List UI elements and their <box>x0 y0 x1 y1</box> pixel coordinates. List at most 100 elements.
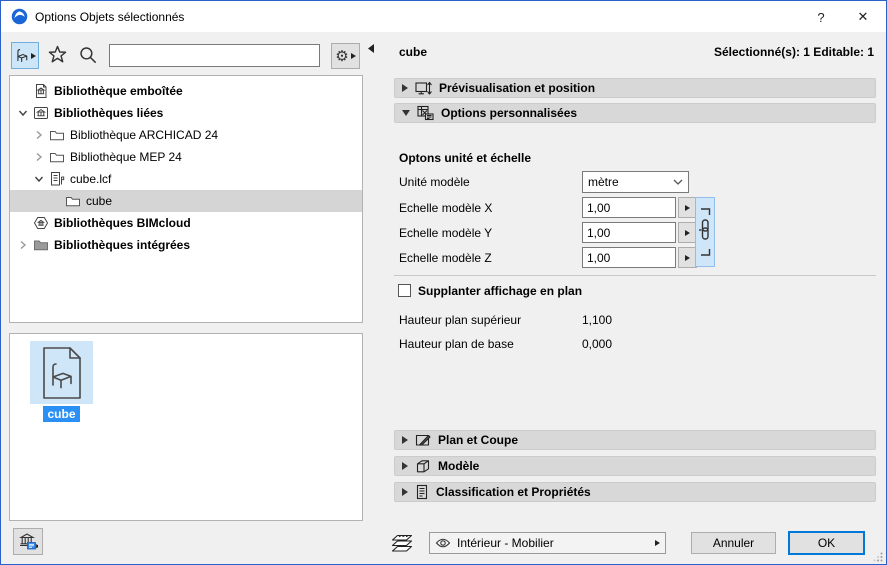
chevron-down-icon[interactable] <box>14 108 32 118</box>
tree-item-builtin-libraries[interactable]: Bibliothèques intégrées <box>10 234 362 256</box>
tree-item-linked-libraries[interactable]: Bibliothèques liées <box>10 102 362 124</box>
settings-menu-button[interactable]: ⚙ <box>331 43 360 69</box>
tree-item-bimcloud-libraries[interactable]: Bibliothèques BIMcloud <box>10 212 362 234</box>
collapsed-arrow-icon <box>402 462 408 470</box>
section-label: Modèle <box>438 459 480 473</box>
unit-value: mètre <box>588 175 619 189</box>
flyout-arrow-icon <box>350 53 356 59</box>
base-height-label: Hauteur plan de base <box>399 337 514 351</box>
object-thumbnail-label[interactable]: cube <box>10 406 113 422</box>
layer-select[interactable]: Intérieur - Mobilier <box>429 532 666 554</box>
chevron-right-icon[interactable] <box>14 240 32 250</box>
section-model[interactable]: Modèle <box>394 456 876 476</box>
section-label: Options personnalisées <box>441 106 578 120</box>
section-label: Prévisualisation et position <box>439 81 596 95</box>
tree-item-label: Bibliothèque emboîtée <box>54 84 183 98</box>
section-plan-section[interactable]: Plan et Coupe <box>394 430 876 450</box>
scale-x-input[interactable] <box>582 197 676 218</box>
scale-y-label: Echelle modèle Y <box>399 226 493 240</box>
unit-label: Unité modèle <box>399 175 470 189</box>
search-icon <box>79 46 97 64</box>
tree-item-embedded-library[interactable]: Bibliothèque emboîtée <box>10 80 362 102</box>
star-icon <box>48 45 67 64</box>
chain-link-icon <box>698 202 712 262</box>
folder-icon <box>48 127 66 143</box>
folder-icon <box>48 149 66 165</box>
favorites-button[interactable] <box>48 45 67 64</box>
section-custom-settings[interactable]: Options personnalisées <box>394 103 876 123</box>
chair-icon <box>14 48 29 63</box>
object-type-button[interactable] <box>11 42 39 69</box>
chevron-down-icon[interactable] <box>30 174 48 184</box>
object-doc-chair-icon <box>40 346 84 400</box>
app-logo-icon <box>11 8 28 25</box>
group-title: Optons unité et échelle <box>399 151 532 165</box>
tree-item-label: Bibliothèques intégrées <box>54 238 191 252</box>
section-label: Plan et Coupe <box>438 433 519 447</box>
base-height-value: 0,000 <box>582 337 613 351</box>
section-label: Classification et Propriétés <box>436 485 591 499</box>
link-xyz-toggle[interactable] <box>695 197 715 267</box>
doc-bank-icon <box>32 83 50 99</box>
tree-item-label: cube.lcf <box>70 172 112 186</box>
doc-pin-icon <box>48 171 66 187</box>
dialog-title: Options Objets sélectionnés <box>35 10 185 24</box>
layers-icon <box>391 532 419 553</box>
help-button[interactable]: ? <box>805 5 837 29</box>
tree-item-label: Bibliothèques BIMcloud <box>54 216 191 230</box>
top-height-label: Hauteur plan supérieur <box>399 313 522 327</box>
override-plan-label: Supplanter affichage en plan <box>418 284 583 298</box>
tree-item-label: Bibliothèque MEP 24 <box>70 150 182 164</box>
tree-item-cube-lcf[interactable]: cube.lcf <box>10 168 362 190</box>
scale-z-input[interactable] <box>582 247 676 268</box>
eye-icon <box>435 537 451 549</box>
parameters-grid-icon <box>417 105 434 121</box>
unit-select[interactable]: mètre <box>582 171 689 193</box>
scale-z-label: Echelle modèle Z <box>399 251 492 265</box>
layer-value: Intérieur - Mobilier <box>457 536 554 550</box>
expanded-arrow-icon <box>402 110 410 116</box>
search-input[interactable] <box>109 44 320 67</box>
folder-dark-icon <box>32 237 50 253</box>
object-thumbnail[interactable] <box>30 341 93 404</box>
titlebar: Options Objets sélectionnés ? ✕ <box>1 1 886 32</box>
library-tree: Bibliothèque emboîtée Bibliothèques liée… <box>9 75 363 323</box>
chevron-right-icon[interactable] <box>30 152 48 162</box>
gear-icon: ⚙ <box>335 47 349 65</box>
monitor-move-icon <box>415 81 432 96</box>
collapsed-arrow-icon <box>402 436 408 444</box>
search-button[interactable] <box>79 46 97 64</box>
tree-item-label: Bibliothèques liées <box>54 106 164 120</box>
tree-item-label: cube <box>86 194 113 208</box>
top-height-value: 1,100 <box>582 313 613 327</box>
tree-item-cube[interactable]: cube <box>10 190 362 212</box>
collapse-panel-icon[interactable] <box>368 44 374 53</box>
plan-pencil-icon <box>415 433 431 448</box>
resize-grip[interactable] <box>873 552 883 562</box>
chevron-right-icon[interactable] <box>30 130 48 140</box>
tree-item-mep-library[interactable]: Bibliothèque MEP 24 <box>10 146 362 168</box>
divider <box>394 275 876 276</box>
section-preview-position[interactable]: Prévisualisation et position <box>394 78 876 98</box>
selection-status: Sélectionné(s): 1 Editable: 1 <box>713 45 874 59</box>
scale-y-input[interactable] <box>582 222 676 243</box>
hexagon-bank-icon <box>32 215 50 231</box>
collapsed-arrow-icon <box>402 488 408 496</box>
tree-item-archicad-library[interactable]: Bibliothèque ARCHICAD 24 <box>10 124 362 146</box>
object-preview-list: cube <box>9 333 363 521</box>
close-icon[interactable]: ✕ <box>847 5 879 29</box>
object-settings-dialog: Options Objets sélectionnés ? ✕ ⚙ Biblio… <box>0 0 887 565</box>
cancel-button[interactable]: Annuler <box>691 532 776 554</box>
ok-button[interactable]: OK <box>788 531 865 555</box>
override-plan-checkbox[interactable] <box>398 284 411 297</box>
flyout-arrow-icon <box>655 540 660 546</box>
library-manager-button[interactable] <box>13 528 43 555</box>
collapsed-arrow-icon <box>402 84 408 92</box>
cube-3d-icon <box>415 459 431 474</box>
document-lines-icon <box>415 484 429 500</box>
section-classification-properties[interactable]: Classification et Propriétés <box>394 482 876 502</box>
box-bank-icon <box>32 105 50 121</box>
selected-object-name: cube <box>399 45 428 59</box>
tree-item-label: Bibliothèque ARCHICAD 24 <box>70 128 219 142</box>
chevron-down-icon <box>673 179 683 185</box>
